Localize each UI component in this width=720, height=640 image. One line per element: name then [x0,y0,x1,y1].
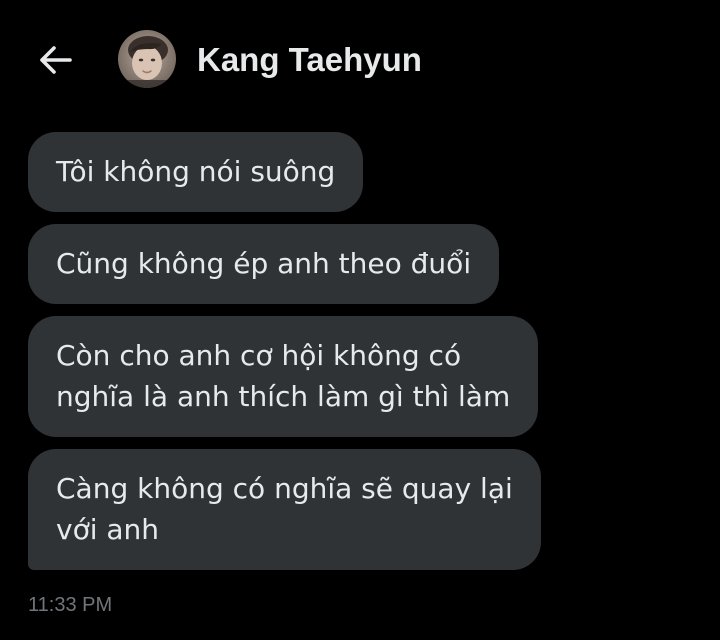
message-bubble[interactable]: Càng không có nghĩa sẽ quay lại với anh [28,449,541,570]
back-button[interactable] [34,40,78,80]
message-bubble[interactable]: Tôi không nói suông [28,132,364,212]
message-bubble[interactable]: Cũng không ép anh theo đuổi [28,224,500,304]
arrow-left-icon [40,46,72,74]
contact-name[interactable]: Kang Taehyun [197,40,422,80]
conversation-header: Kang Taehyun [0,0,720,120]
avatar[interactable] [118,30,176,88]
message-timestamp: 11:33 PM [28,594,113,616]
message-list: Tôi không nói suông Cũng không ép anh th… [28,132,668,582]
profile-photo [118,30,176,88]
message-bubble[interactable]: Còn cho anh cơ hội không có nghĩa là anh… [28,316,539,437]
